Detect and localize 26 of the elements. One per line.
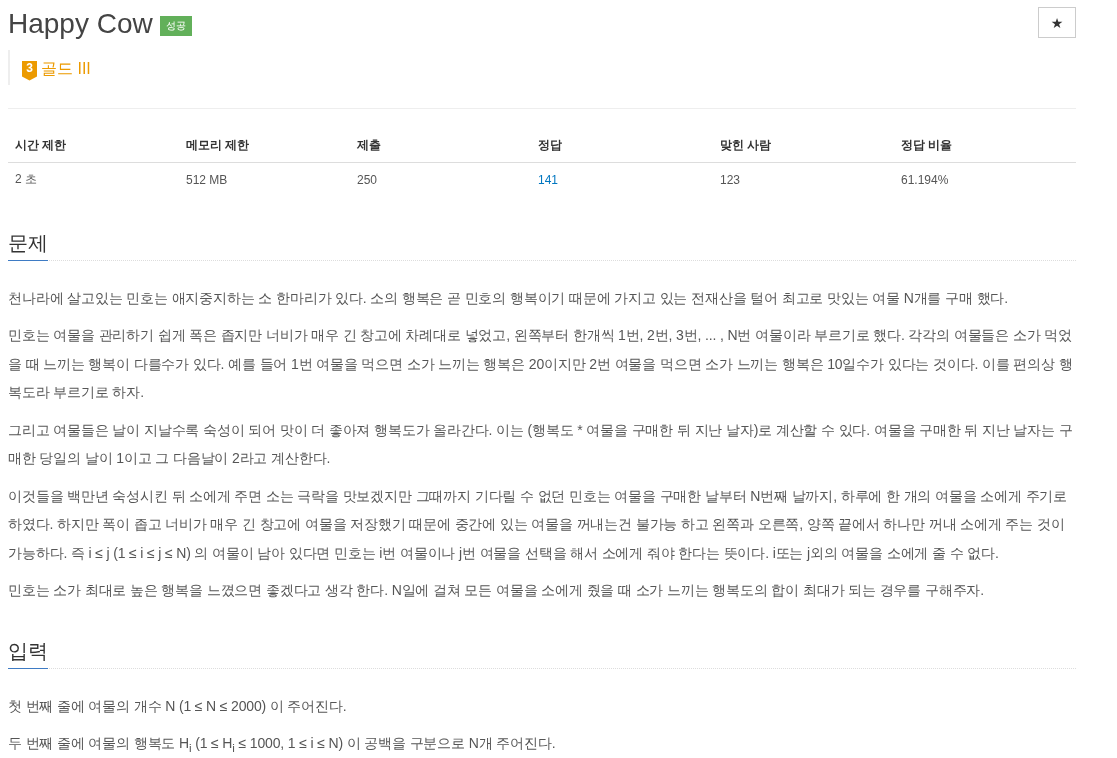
- tier-badge: 3: [22, 60, 37, 81]
- tier-label: 골드 III: [41, 58, 91, 79]
- column-header: 제출: [350, 129, 531, 163]
- cell-link[interactable]: 141: [538, 172, 559, 187]
- result-badge: 성공: [159, 16, 192, 36]
- star-button[interactable]: ★: [1038, 7, 1076, 38]
- table-cell: 250: [350, 162, 531, 197]
- table-cell: 61.194%: [894, 162, 1076, 197]
- table-cell: 512 MB: [179, 162, 350, 197]
- column-header: 메모리 제한: [179, 129, 350, 163]
- paragraph: 그리고 여물들은 날이 지날수록 숙성이 되어 맛이 더 좋아져 행복도가 올라간다. 이는 (행복도 * 여물을 구매한 뒤 지난 날자)로 계산할 수 있다. 여물을 구매한 뒤 지난 날자는 구매한 당일의 날이 1이고 그 다음날이 2라고 계산한다.: [8, 420, 1074, 468]
- section-heading: 문제: [8, 227, 48, 261]
- column-header: 맞힌 사람: [713, 129, 894, 163]
- problem-title: Happy Cow: [8, 7, 153, 41]
- column-header: 시간 제한: [8, 129, 179, 163]
- paragraph: 천나라에 살고있는 민호는 애지중지하는 소 한마리가 있다. 소의 행복은 곧 민호의 행복이기 때문에 가지고 있는 전재산을 털어 최고로 맛있는 여물 N개를 구매 했다.: [8, 288, 1009, 308]
- table-cell: 123: [713, 162, 894, 197]
- section-heading: 입력: [8, 635, 48, 669]
- paragraph: 이것들을 백만년 숙성시킨 뒤 소에게 주면 소는 극락을 맛보겠지만 그때까지 기다릴 수 없던 민호는 여물을 구매한 날부터 N번째 날까지, 하루에 한 개의 여물을 소에게 주기로 하였다. 하지만 폭이 좁고 너비가 매우 긴 창고에 여물을 저장했기 때문에 중간에 있는 여물을 꺼내는건 불가능 하고 왼쪽과 오른쪽, 양쪽 끝에서 하나만 꺼내 소에게 주는 것이 가능하다. 즉 i ≤ j (1 ≤ i ≤ j ≤ N) 의 여물이 남아 있다면 민호는 i번 여물이나 j번 여물을 선택을 해서 소에게 줘야 한다는 뜻이다. i또는 j외의 여물을 소에게 줄 수 없다.: [8, 486, 1069, 563]
- column-header: 정답: [531, 129, 713, 163]
- paragraph: 민호는 여물을 관리하기 쉽게 폭은 좁지만 너비가 매우 긴 창고에 차례대로 넣었고, 왼쪽부터 한개씩 1번, 2번, 3번, ... , N번 여물이라 부르기로 했다. 각각의 여물들은 소가 먹었을 때 느끼는 행복이 다를수가 있다. 예를 들어 1번 여물을 먹으면 소가 느끼는 행복은 20이지만 2번 여물을 먹으면 소가 느끼는 행복은 10일수가 있다는 것이다. 이를 편의상 행복도라 부르기로 하자.: [8, 326, 1074, 402]
- paragraph: 첫 번째 줄에 여물의 개수 N (1 ≤ N ≤ 2000) 이 주어진다.: [8, 696, 348, 716]
- paragraph: 두 번째 줄에 여물의 행복도 H$_{i}$ (1 ≤ H$_{i}$ ≤ 1000, 1 ≤ i ≤ N) 이 공백을 구분으로 N개 주어진다.: [8, 734, 557, 756]
- column-header: 정답 비율: [894, 129, 1076, 163]
- table-cell: 2 초: [8, 162, 179, 197]
- paragraph: 민호는 소가 최대로 높은 행복을 느꼈으면 좋겠다고 생각 한다. N일에 걸쳐 모든 여물을 소에게 줬을 때 소가 느끼는 행복도의 합이 최대가 되는 경우를 구해주자.: [8, 581, 985, 600]
